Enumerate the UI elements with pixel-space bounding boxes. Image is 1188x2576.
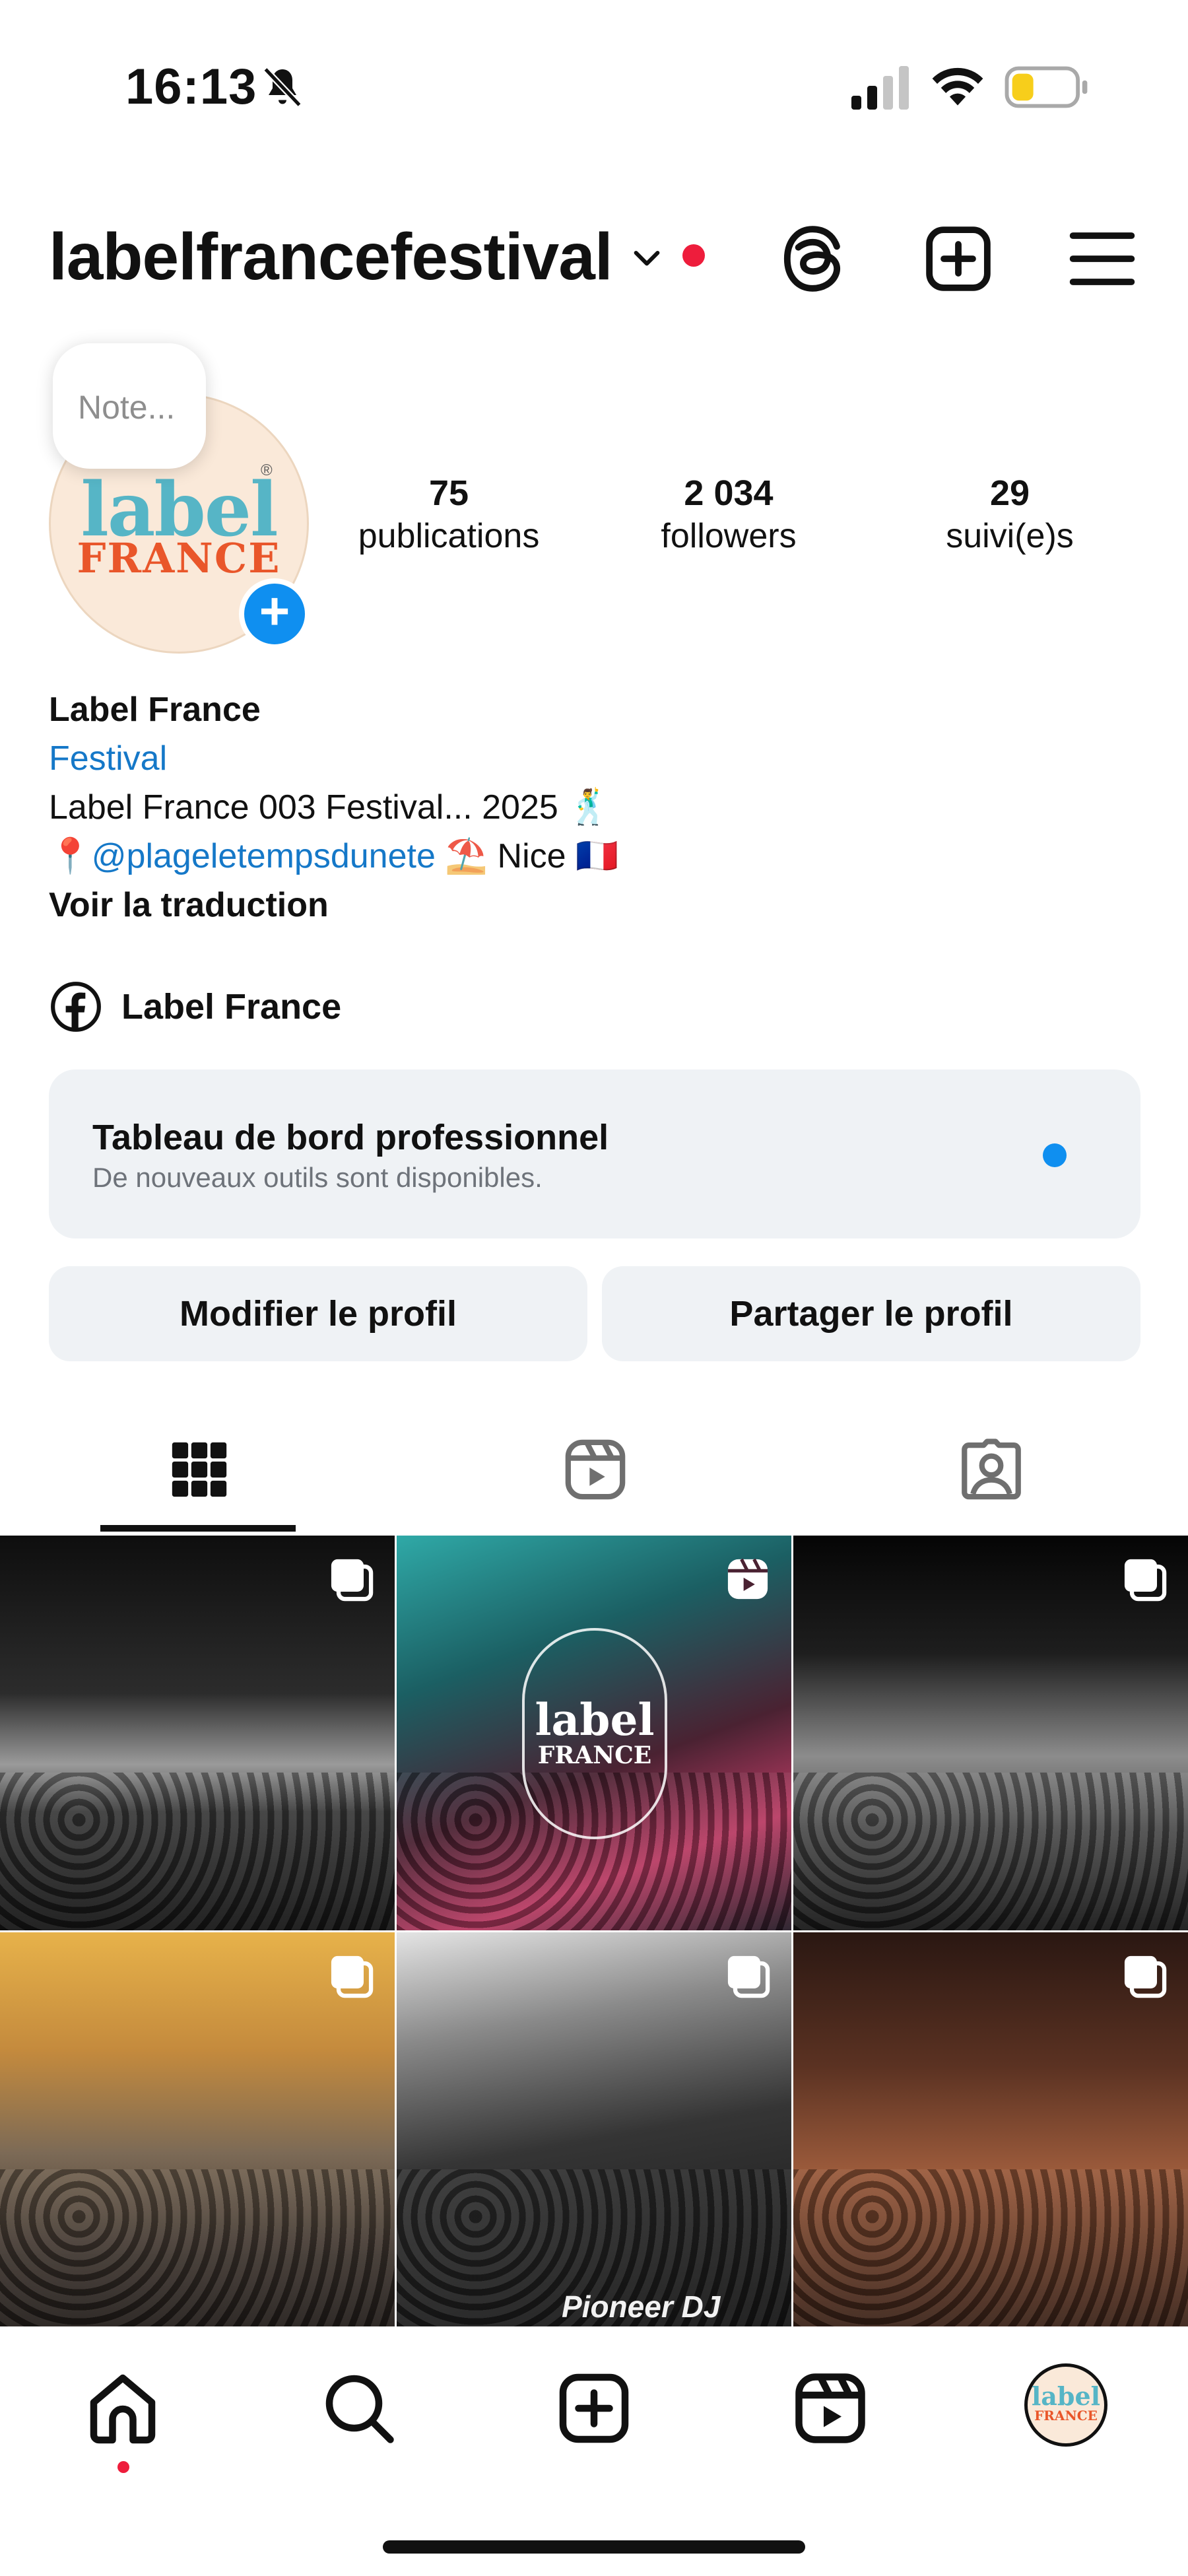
home-indicator (383, 2540, 805, 2554)
post-thumbnail[interactable]: label FRANCE (397, 1536, 791, 1930)
avatar-logo-subtext: FRANCE (77, 534, 281, 582)
stat-publications[interactable]: 75 publications (330, 473, 568, 556)
post-thumbnail[interactable]: Pioneer DJ (397, 1932, 791, 2327)
nav-avatar-logo-subtext: FRANCE (1034, 2408, 1098, 2423)
stat-label: followers (661, 517, 797, 555)
cellular-signal-icon (851, 66, 909, 110)
nav-avatar-logo-text: label (1031, 2381, 1101, 2411)
professional-dashboard-card[interactable]: Tableau de bord professionnel De nouveau… (49, 1069, 1140, 1238)
post-thumbnail[interactable] (0, 1932, 395, 2327)
dashboard-title: Tableau de bord professionnel (92, 1118, 609, 1157)
profile-display-name: Label France (49, 691, 261, 729)
post-thumbnail[interactable] (793, 1536, 1188, 1930)
bio-mention-link[interactable]: @plageletempsdunete (92, 837, 436, 875)
stat-value: 2 034 (684, 473, 774, 513)
note-bubble[interactable]: Note... (53, 343, 206, 469)
stat-label: publications (358, 517, 540, 555)
stat-followers[interactable]: 2 034 followers (610, 473, 847, 556)
stat-label: suivi(e)s (946, 517, 1074, 555)
facebook-icon (51, 982, 101, 1032)
add-story-button[interactable]: + (239, 578, 310, 650)
create-post-icon (559, 2373, 629, 2443)
stat-value: 75 (428, 473, 469, 513)
tagged-icon (962, 1439, 1021, 1500)
location-pin-icon: 📍 (49, 837, 92, 875)
status-time: 16:13 (125, 59, 257, 115)
wifi-icon (932, 67, 983, 106)
reel-logo-text: label (535, 1694, 655, 1746)
post-thumbnail[interactable] (0, 1536, 395, 1930)
account-notification-dot (682, 244, 705, 267)
create-post-icon[interactable] (921, 222, 995, 296)
hamburger-menu-icon[interactable] (1065, 222, 1139, 296)
bio-line: Label France 003 Festival... 2025 🕺 (49, 788, 610, 827)
carousel-icon (1124, 1955, 1167, 1998)
carousel-icon (1124, 1559, 1167, 1602)
post-image-crowd (793, 1772, 1188, 1930)
home-icon (90, 2374, 156, 2444)
dashboard-new-indicator (1043, 1143, 1067, 1167)
post-thumbnail[interactable] (793, 1932, 1188, 2327)
account-username[interactable]: labelfrancefestival (49, 219, 613, 295)
battery-icon (1005, 66, 1088, 108)
home-notification-dot (117, 2461, 129, 2473)
carousel-icon (331, 1559, 374, 1602)
reel-logo-overlay: label FRANCE (522, 1628, 667, 1839)
share-profile-button[interactable]: Partager le profil (602, 1266, 1140, 1361)
profile-bio: Label France Festival Label France 003 F… (49, 685, 1158, 930)
stat-following[interactable]: 29 suivi(e)s (891, 473, 1129, 556)
tab-reels[interactable] (396, 1417, 792, 1533)
search-icon (325, 2375, 394, 2443)
post-image-crowd (0, 1772, 395, 1930)
active-tab-indicator (100, 1525, 296, 1532)
threads-icon[interactable] (776, 222, 850, 296)
grid-icon (172, 1442, 227, 1497)
see-translation-link[interactable]: Voir la traduction (49, 881, 1158, 930)
profile-header: labelfrancefestival (0, 198, 1188, 310)
carousel-icon (331, 1955, 374, 1998)
carousel-icon (727, 1955, 770, 1998)
bell-muted-icon (263, 67, 302, 108)
facebook-link-label: Label France (121, 987, 342, 1027)
bottom-navigation: label FRANCE (0, 2326, 1188, 2576)
tab-tagged[interactable] (792, 1417, 1188, 1533)
tab-posts-grid[interactable] (0, 1417, 396, 1533)
profile-category[interactable]: Festival (49, 734, 1158, 783)
note-placeholder: Note... (78, 389, 176, 426)
reel-icon (727, 1558, 768, 1600)
chevron-down-icon[interactable] (628, 239, 665, 276)
nav-profile-avatar[interactable]: label FRANCE (1024, 2363, 1107, 2447)
reels-icon (795, 2373, 865, 2443)
post-image-crowd (0, 2169, 395, 2327)
post-brand-text: Pioneer DJ (562, 2289, 721, 2324)
post-image-crowd (793, 2169, 1188, 2327)
stat-value: 29 (989, 473, 1030, 513)
reels-icon (565, 1439, 626, 1500)
avatar-registered-mark: ® (261, 461, 273, 479)
dashboard-subtitle: De nouveaux outils sont disponibles. (92, 1162, 543, 1193)
reel-logo-subtext: FRANCE (537, 1742, 652, 1769)
nav-reels[interactable] (791, 2369, 870, 2448)
edit-profile-button[interactable]: Modifier le profil (49, 1266, 587, 1361)
status-bar: 16:13 (0, 0, 1188, 152)
nav-create[interactable] (554, 2369, 634, 2448)
nav-search[interactable] (319, 2369, 399, 2448)
nav-home[interactable] (83, 2369, 162, 2448)
bio-location-text: ⛱️ Nice 🇫🇷 (435, 837, 618, 875)
bio-location-line: 📍@plageletempsdunete ⛱️ Nice 🇫🇷 (49, 832, 1158, 881)
